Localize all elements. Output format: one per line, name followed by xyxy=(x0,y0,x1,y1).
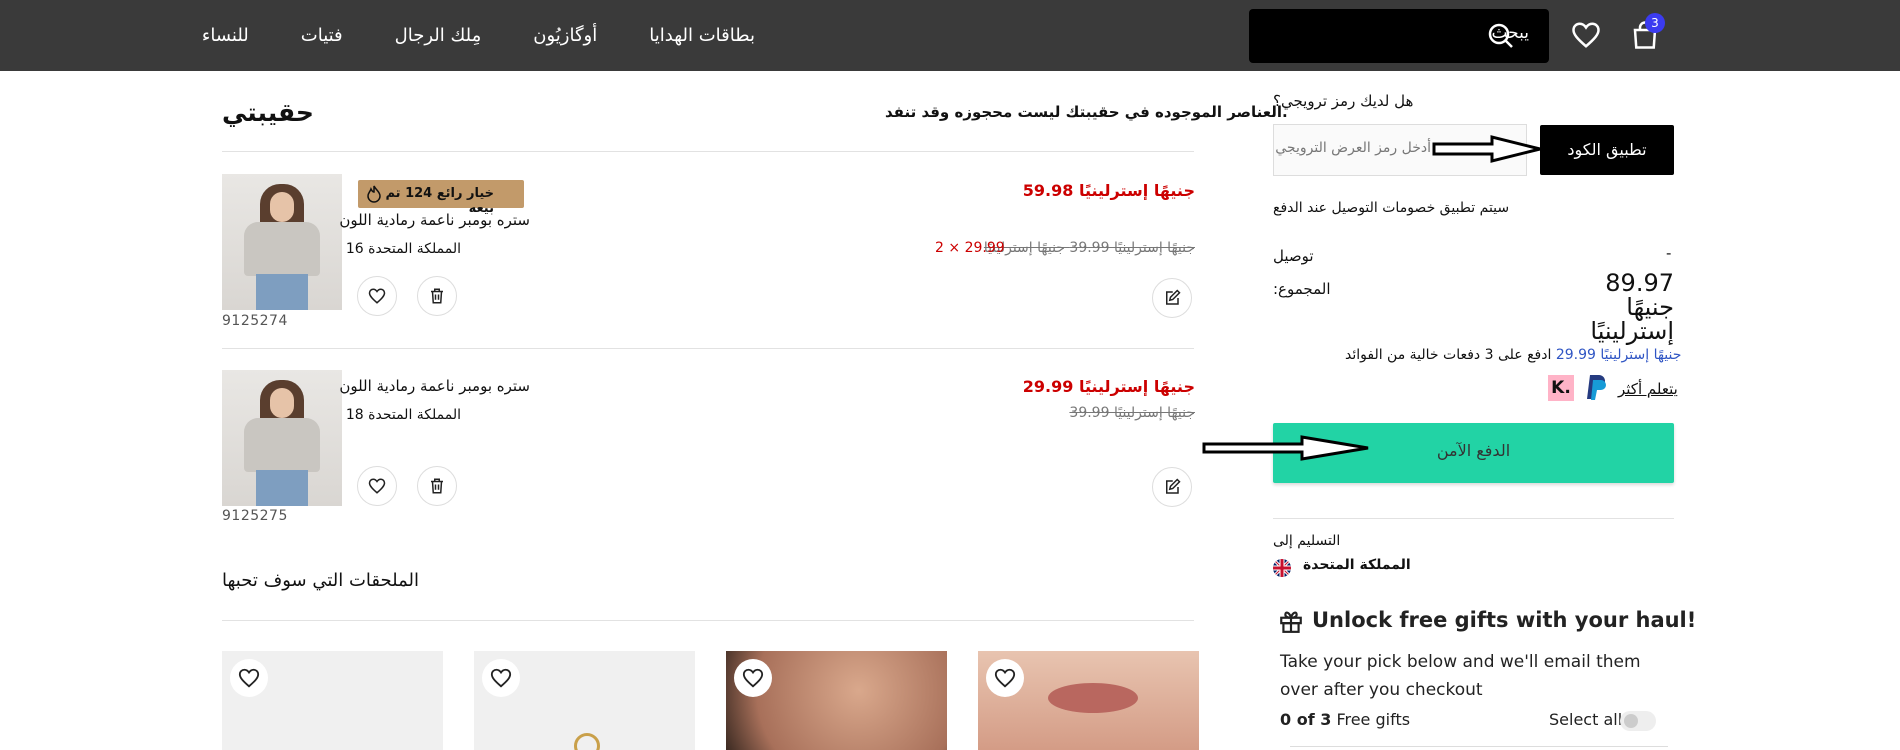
promo-question: هل لديك رمز ترويجي؟ xyxy=(1273,92,1414,110)
edit-icon xyxy=(1166,289,1181,305)
heart-icon xyxy=(368,288,386,304)
unit-quantity: 29.99 × 2 xyxy=(935,240,1005,256)
product-name[interactable]: ستره بومبر ناعمة رمادية اللون xyxy=(339,211,530,229)
gifts-description: Take your pick below and we'll email the… xyxy=(1280,652,1641,700)
installment-text: ادفع على 3 دفعات خالية من الفوائد xyxy=(1345,347,1552,363)
deliver-to-label: التسليم إلى xyxy=(1273,533,1341,549)
accessory-card[interactable] xyxy=(222,651,443,750)
delivery-country[interactable]: المملكة المتحدة xyxy=(1303,557,1411,573)
learn-more-link[interactable]: يتعلم أكثر xyxy=(1618,380,1678,398)
divider xyxy=(222,620,1194,621)
shipping-discount-note: سيتم تطبيق خصومات التوصيل عند الدفع xyxy=(1273,200,1510,216)
accessory-wishlist-button[interactable] xyxy=(230,659,268,697)
nav-sale[interactable]: أوگازيُون xyxy=(533,25,597,46)
installments-info: جنيهًا إسترلينيًا 29.99 ادفع على 3 دفعات… xyxy=(1345,347,1681,363)
divider xyxy=(1290,746,1668,747)
arrow-annotation xyxy=(1432,135,1541,163)
product-code: 9125274 xyxy=(222,313,288,329)
product-image[interactable] xyxy=(222,370,342,506)
heart-icon xyxy=(238,668,260,688)
trash-icon xyxy=(431,478,443,494)
delivery-value: - xyxy=(1666,244,1672,262)
model-lips xyxy=(1048,683,1138,713)
heart-icon xyxy=(742,668,764,688)
heart-icon xyxy=(368,478,386,494)
original-price: جنيهًا إسترلينيًا 39.99 جنيهًا إسترلينيً… xyxy=(983,240,1195,256)
divider xyxy=(1273,518,1674,519)
bag-count-badge: 3 xyxy=(1645,13,1665,33)
trash-icon xyxy=(431,288,443,304)
popularity-badge: خيار رائع 124 تم بيعه xyxy=(358,180,524,216)
accessory-card[interactable] xyxy=(978,651,1199,750)
accessory-card[interactable] xyxy=(726,651,947,750)
nav-gift-cards[interactable]: بطاقات الهدايا xyxy=(649,25,755,46)
arrow-annotation xyxy=(1202,435,1369,461)
nav-girls[interactable]: فتيات xyxy=(301,25,343,46)
edit-item-button[interactable] xyxy=(1152,467,1192,507)
search-box[interactable]: يبحث xyxy=(1249,9,1549,63)
product-name[interactable]: ستره بومبر ناعمة رمادية اللون xyxy=(339,377,530,395)
gift-icon xyxy=(1280,611,1302,633)
item-total-price: جنيهًا إسترلينيًا 29.99 xyxy=(1022,377,1195,396)
accessory-card[interactable] xyxy=(474,651,695,750)
select-all-label: Select all xyxy=(1549,710,1623,729)
accessories-heading: الملحقات التي سوف تحبها xyxy=(222,570,419,591)
wishlist-heart-icon[interactable] xyxy=(1571,20,1601,50)
gifts-count-suffix: Free gifts xyxy=(1331,710,1411,729)
search-icon[interactable] xyxy=(1487,22,1515,50)
stock-notice: .العناصر الموجوده في حقيبتك ليست محجوزه … xyxy=(885,103,1288,121)
save-to-wishlist-button[interactable] xyxy=(357,276,397,316)
page-title: حقيبتي xyxy=(222,98,314,127)
installment-amount: جنيهًا إسترلينيًا 29.99 xyxy=(1555,347,1682,363)
save-to-wishlist-button[interactable] xyxy=(357,466,397,506)
nav-women[interactable]: للنساء xyxy=(202,25,249,46)
accessory-wishlist-button[interactable] xyxy=(986,659,1024,697)
accessory-wishlist-button[interactable] xyxy=(482,659,520,697)
total-label: المجموع: xyxy=(1273,280,1331,298)
gifts-count-number: 0 of 3 xyxy=(1280,710,1332,729)
divider xyxy=(222,151,1194,152)
promo-placeholder: أدخل رمز العرض الترويجي xyxy=(1275,140,1431,156)
gifts-count: 0 of 3 Free gifts xyxy=(1280,710,1410,729)
original-price: جنيهًا إسترلينيًا 39.99 xyxy=(1069,405,1195,421)
edit-item-button[interactable] xyxy=(1152,278,1192,318)
item-total-price: جنيهًا إسترلينيًا 59.98 xyxy=(1022,181,1195,200)
main-nav: بطاقات الهدايا أوگازيُون مِلك الرجال فتي… xyxy=(202,0,755,71)
edit-icon xyxy=(1166,478,1181,494)
select-all-toggle[interactable] xyxy=(1620,711,1656,731)
gifts-heading: Unlock free gifts with your haul! xyxy=(1312,608,1697,632)
klarna-icon: K. xyxy=(1548,375,1574,401)
ring-image xyxy=(574,733,600,750)
heart-icon xyxy=(994,668,1016,688)
nav-men[interactable]: مِلك الرجال xyxy=(395,25,482,46)
product-image[interactable] xyxy=(222,174,342,310)
heart-icon xyxy=(490,668,512,688)
apply-code-button[interactable]: تطبيق الكود xyxy=(1540,125,1674,175)
product-size: المملكة المتحدة 18 xyxy=(345,407,461,423)
divider xyxy=(222,348,1194,349)
uk-flag-icon xyxy=(1273,559,1291,577)
product-code: 9125275 xyxy=(222,508,288,524)
product-size: المملكة المتحدة 16 xyxy=(345,241,461,257)
delivery-label: توصيل xyxy=(1273,247,1314,265)
total-value: 89.97 جنيهًا إسترلينيًا xyxy=(1590,269,1674,345)
remove-item-button[interactable] xyxy=(417,276,457,316)
top-header: بطاقات الهدايا أوگازيُون مِلك الرجال فتي… xyxy=(0,0,1900,71)
accessory-wishlist-button[interactable] xyxy=(734,659,772,697)
remove-item-button[interactable] xyxy=(417,466,457,506)
paypal-icon xyxy=(1587,375,1606,400)
